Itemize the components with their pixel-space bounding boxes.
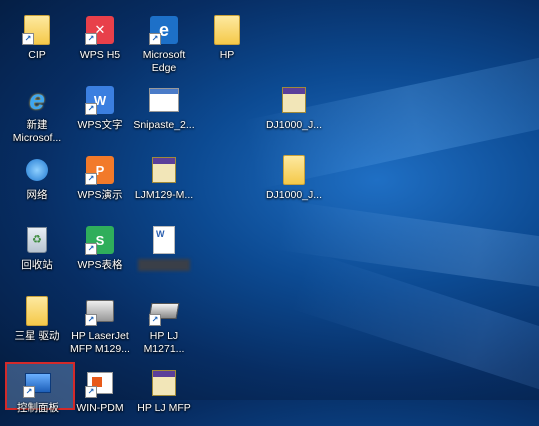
- installer-icon: [149, 368, 179, 398]
- image-file-icon: [149, 85, 179, 115]
- wps-spreadsheet-icon: S ↗: [85, 225, 115, 255]
- internet-explorer-icon: e: [29, 84, 45, 115]
- icon-label: 三星 驱动: [14, 330, 60, 342]
- icon-label: WPS H5: [79, 49, 121, 61]
- desktop-icon-dj1000-folder[interactable]: DJ1000_J...: [262, 155, 326, 202]
- icon-label: WPS表格: [77, 259, 123, 271]
- edge-icon: e ↗: [149, 15, 179, 45]
- desktop-icon-word-document[interactable]: W: [132, 225, 196, 271]
- icon-label: HP LJ M1271...: [143, 330, 185, 355]
- presentation-icon: ↗: [85, 368, 115, 398]
- desktop-icon-wps-presentation[interactable]: P ↗ WPS演示: [68, 155, 132, 202]
- desktop-icon-wps-spreadsheet[interactable]: S ↗ WPS表格: [68, 225, 132, 272]
- installer-icon: [279, 85, 309, 115]
- icon-label: WPS演示: [77, 189, 123, 201]
- installer-icon: [149, 155, 179, 185]
- icon-label: CIP: [28, 49, 46, 61]
- desktop-icon-cip[interactable]: ↗ CIP: [5, 15, 69, 62]
- desktop-icon-network[interactable]: 网络: [5, 155, 69, 202]
- desktop-icon-internet-explorer[interactable]: e 新建 Microsof...: [5, 84, 69, 145]
- icon-label: Microsoft Edge: [142, 49, 186, 74]
- desktop-icon-dj1000-installer[interactable]: DJ1000_J...: [262, 85, 326, 132]
- wps-writer-icon: W ↗: [85, 85, 115, 115]
- desktop-icon-ljm129[interactable]: LJM129-M...: [132, 155, 196, 202]
- icon-label: Snipaste_2...: [133, 119, 195, 131]
- icon-label: DJ1000_J...: [265, 119, 323, 131]
- desktop-icon-snipaste[interactable]: Snipaste_2...: [132, 85, 196, 132]
- icon-label: DJ1000_J...: [265, 189, 323, 201]
- folder-icon: [212, 15, 242, 45]
- zip-folder-icon: [279, 155, 309, 185]
- icon-label: 回收站: [21, 259, 53, 271]
- wps-presentation-icon: P ↗: [85, 155, 115, 185]
- icon-label: 控制面板: [17, 402, 59, 414]
- desktop-icon-win-pdm[interactable]: ↗ WIN-PDM: [68, 368, 132, 415]
- icon-label: HP LJ MFP: [137, 402, 191, 414]
- redacted-label: [138, 259, 190, 271]
- desktop-icon-hp-lj-mfp[interactable]: HP LJ MFP: [132, 368, 196, 415]
- control-panel-icon: ↗: [23, 368, 53, 398]
- zip-folder-icon: [22, 296, 52, 326]
- wps-h5-icon: ✕ ↗: [85, 15, 115, 45]
- icon-label: 网络: [26, 189, 48, 201]
- desktop-icon-hp-laserjet[interactable]: ↗ HP LaserJet MFP M129...: [68, 296, 132, 356]
- icon-label: LJM129-M...: [134, 189, 194, 201]
- recycle-bin-icon: ♻: [22, 225, 52, 255]
- desktop-icon-microsoft-edge[interactable]: e ↗ Microsoft Edge: [132, 15, 196, 75]
- desktop-icon-hp-lj[interactable]: ↗ HP LJ M1271...: [132, 296, 196, 356]
- icon-label: 新建 Microsof...: [12, 119, 62, 144]
- folder-icon: ↗: [22, 15, 52, 45]
- icon-label: WPS文字: [77, 119, 123, 131]
- scanner-icon: ↗: [148, 296, 180, 326]
- network-icon: [22, 155, 52, 185]
- desktop-icon-recycle-bin[interactable]: ♻ 回收站: [5, 225, 69, 272]
- desktop-icon-wps-h5[interactable]: ✕ ↗ WPS H5: [68, 15, 132, 62]
- icon-label: WIN-PDM: [76, 402, 124, 414]
- desktop-icon-control-panel[interactable]: ↗ 控制面板: [6, 368, 70, 415]
- desktop-icon-hp[interactable]: HP: [195, 15, 259, 62]
- desktop-icon-samsung-driver[interactable]: 三星 驱动: [5, 296, 69, 343]
- icon-label: HP: [219, 49, 235, 61]
- word-document-icon: W: [149, 225, 179, 255]
- icon-label: HP LaserJet MFP M129...: [70, 330, 130, 355]
- desktop-icon-wps-text[interactable]: W ↗ WPS文字: [68, 85, 132, 132]
- printer-icon: ↗: [85, 296, 115, 326]
